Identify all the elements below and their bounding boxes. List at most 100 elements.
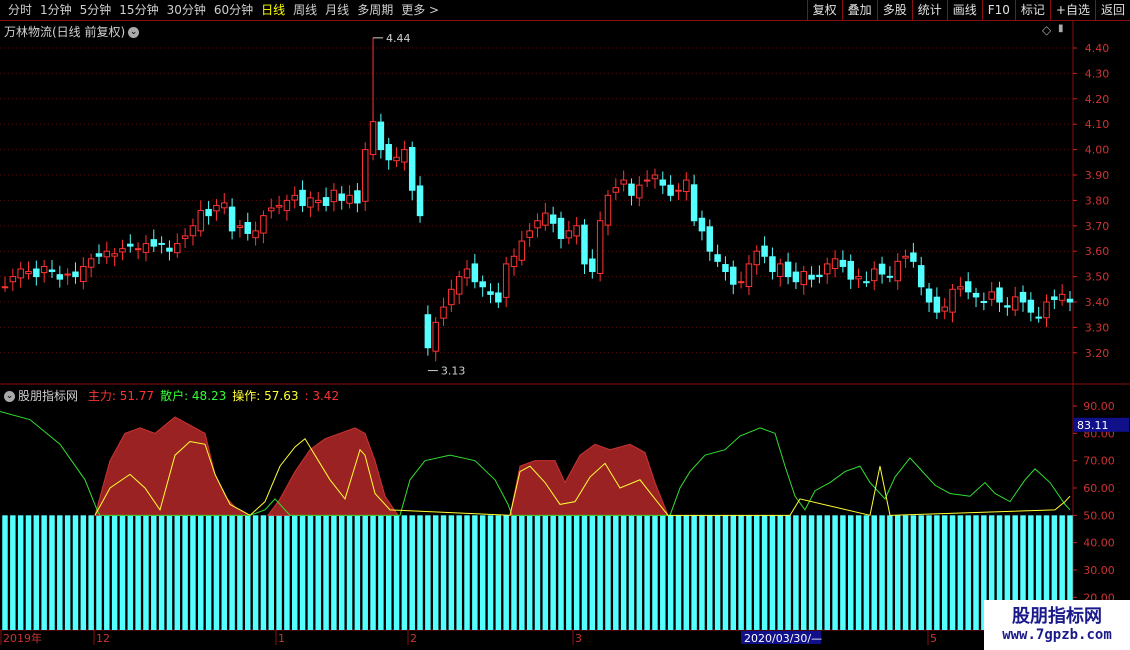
candle-body	[596, 220, 604, 274]
volume-bar	[440, 515, 447, 630]
volume-bar	[550, 515, 556, 630]
candle-body	[448, 288, 455, 306]
candle-body	[1019, 291, 1027, 303]
volume-bar	[699, 515, 705, 630]
kline-chart[interactable]: 4.40 4.30 4.20 4.10 4.00 3.90 3.80 3.70 3.60 3.50…	[0, 0, 1130, 650]
volume-bar	[229, 515, 235, 630]
volume-bar	[746, 515, 752, 630]
volume-bar	[769, 515, 776, 630]
volume-bar	[534, 515, 541, 630]
volume-bar	[605, 515, 611, 630]
candle-body	[839, 259, 847, 267]
volume-bar	[205, 515, 212, 630]
indicator-tick-label: 50.00	[1083, 509, 1115, 522]
candle-body	[25, 271, 32, 275]
volume-bar	[644, 515, 650, 630]
candle-body	[1058, 293, 1066, 301]
candle-body	[103, 250, 111, 258]
candle-body	[925, 288, 933, 303]
volume-bar	[581, 515, 588, 630]
candle-body	[369, 121, 377, 156]
candle-body	[1051, 296, 1058, 300]
high-price-label: 4.44	[386, 32, 411, 45]
price-tick-label: 3.40	[1085, 296, 1110, 309]
candle-body	[361, 149, 369, 202]
candle-body	[260, 215, 267, 234]
volume-bar	[33, 515, 40, 630]
volume-bar	[542, 515, 549, 630]
candle-body	[205, 208, 212, 217]
candle-body	[236, 225, 244, 228]
candle-body	[17, 268, 24, 279]
candle-body	[549, 214, 557, 224]
date-label: 2	[410, 632, 417, 645]
candle-body	[393, 156, 400, 162]
volume-bar	[558, 515, 564, 630]
candle-body	[902, 255, 909, 259]
volume-bar	[722, 515, 729, 630]
volume-bar	[276, 515, 282, 630]
volume-bar	[840, 515, 846, 630]
volume-bar	[96, 515, 102, 630]
volume-bar	[151, 515, 157, 630]
candle-body	[134, 248, 142, 251]
volume-bar	[323, 515, 329, 630]
candle-body	[557, 217, 565, 239]
price-tick-label: 3.70	[1085, 220, 1110, 233]
volume-bar	[691, 515, 697, 630]
volume-bar	[245, 515, 251, 630]
candle-body	[72, 271, 79, 278]
indicator-tick-label: 30.00	[1083, 564, 1115, 577]
volume-bar	[479, 515, 486, 630]
candle-body	[886, 275, 894, 278]
candle-body	[769, 256, 776, 273]
price-tick-label: 3.50	[1085, 271, 1110, 284]
candle-body	[338, 193, 345, 201]
volume-bar	[613, 515, 619, 630]
date-label: 2019年	[3, 631, 42, 645]
candle-body	[1011, 296, 1019, 311]
volume-bar	[589, 515, 596, 630]
volume-bar	[190, 515, 196, 630]
candle-body	[471, 263, 479, 283]
candle-body	[111, 253, 118, 257]
volume-bar	[910, 515, 917, 630]
volume-bar	[72, 515, 79, 630]
volume-bar	[260, 515, 267, 630]
price-tick-label: 3.30	[1085, 321, 1110, 334]
volume-bar	[135, 515, 141, 630]
candle-body	[244, 221, 251, 234]
volume-bar	[292, 515, 298, 630]
candle-body	[996, 287, 1003, 303]
volume-bar	[378, 515, 384, 630]
candle-body	[612, 187, 620, 193]
candle-body	[565, 230, 573, 239]
candle-body	[416, 185, 424, 217]
volume-bar	[816, 515, 823, 630]
volume-bar	[949, 515, 956, 630]
candle-body	[127, 243, 134, 247]
candle-body	[526, 230, 533, 238]
candle-body	[64, 273, 71, 276]
volume-bar	[730, 515, 737, 630]
volume-bar	[832, 515, 838, 630]
candle-body	[181, 235, 189, 240]
volume-bar	[714, 515, 721, 630]
candle-body	[87, 258, 95, 268]
volume-bar	[511, 515, 517, 630]
candle-body	[957, 286, 964, 290]
cursor-date-label: 2020/03/30/—	[744, 632, 822, 645]
volume-bar	[934, 515, 940, 630]
volume-bar	[409, 515, 415, 630]
candle-body	[972, 292, 980, 298]
volume-bar	[25, 515, 32, 630]
volume-bar	[660, 515, 666, 630]
volume-bar	[64, 515, 71, 630]
candle-body	[949, 288, 956, 313]
watermark-title: 股朋指标网	[1012, 606, 1102, 627]
candle-body	[275, 204, 283, 208]
price-tick-label: 4.40	[1085, 42, 1110, 55]
site-watermark: 股朋指标网 www.7gpzb.com	[984, 600, 1130, 650]
volume-bar	[10, 515, 16, 630]
candle-body	[628, 183, 635, 196]
